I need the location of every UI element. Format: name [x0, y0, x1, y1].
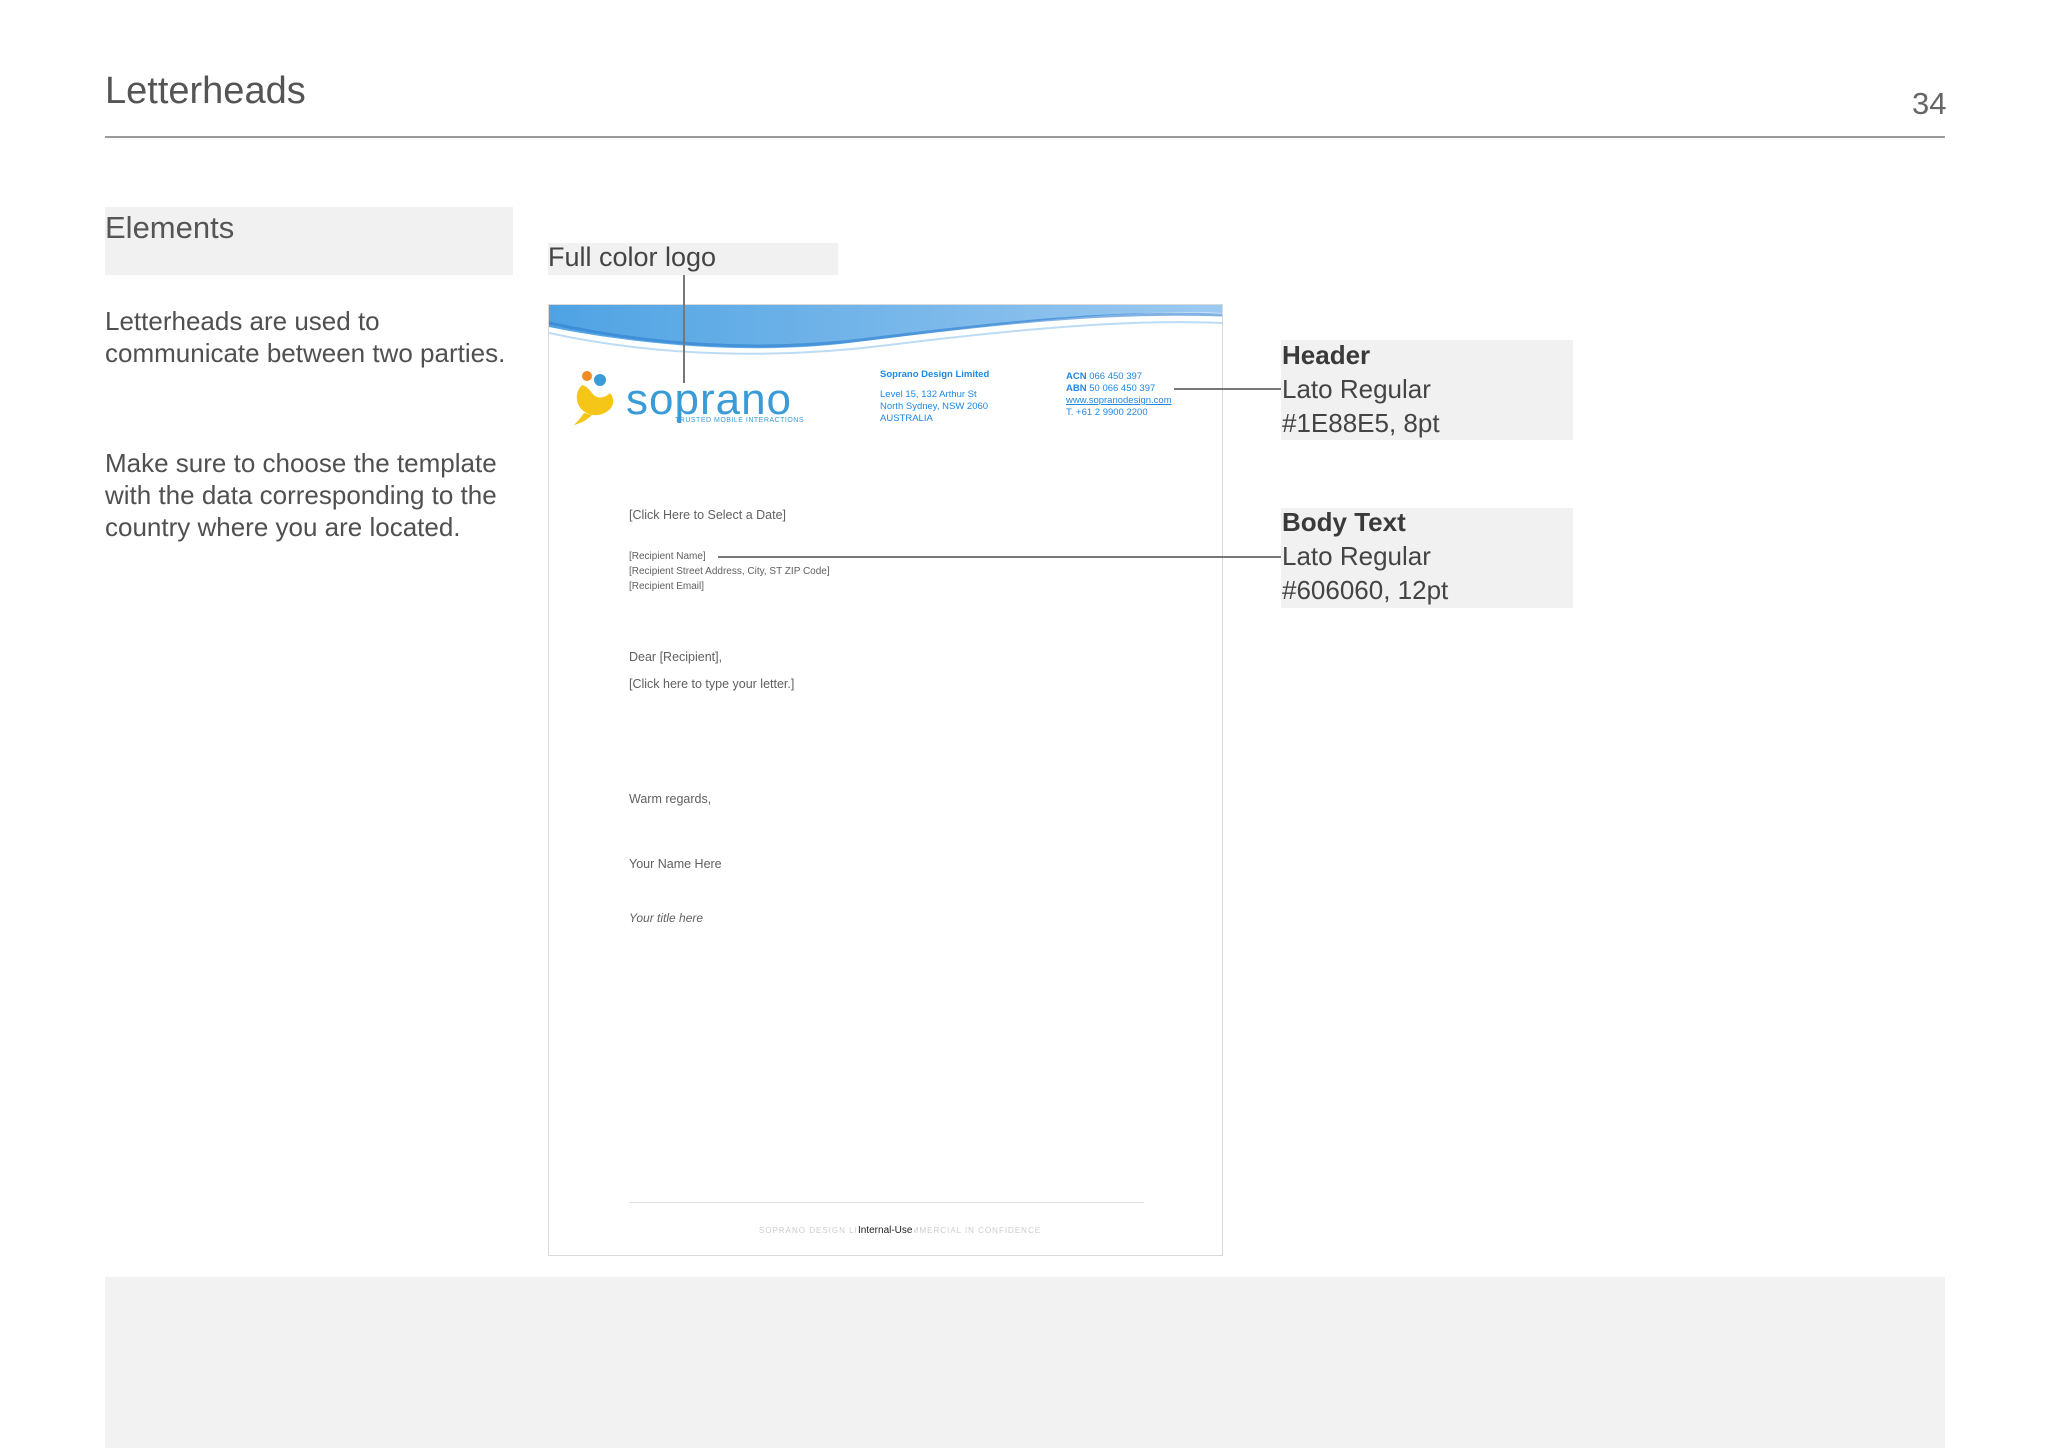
abn-label: ABN — [1066, 383, 1087, 394]
phone-number: T. +61 2 9900 2200 — [1066, 407, 1148, 418]
acn-value: 066 450 397 — [1089, 371, 1143, 382]
header-wave-graphic — [549, 305, 1222, 355]
closing: Warm regards, — [629, 792, 712, 806]
website-link[interactable]: www.sopranodesign.com — [1066, 395, 1172, 407]
body-text-callout-title: Body Text — [1282, 507, 1406, 537]
address-line: AUSTRALIA — [880, 413, 933, 424]
soprano-logo-icon — [574, 371, 614, 425]
bottom-band — [105, 1277, 1945, 1448]
abn-value: 50 066 450 397 — [1089, 383, 1156, 394]
signature-name[interactable]: Your Name Here — [629, 857, 722, 871]
logo-callout-label: Full color logo — [548, 242, 717, 272]
company-ids-block: ACN 066 450 397 ABN 50 066 450 397 www.s… — [1066, 371, 1172, 419]
title-divider — [105, 136, 1945, 138]
company-name: Soprano Design Limited — [880, 369, 990, 380]
body-text-callout: Body Text Lato Regular #606060, 12pt — [1282, 505, 1448, 607]
page-title: Letterheads — [105, 70, 306, 112]
logo-callout-connector — [683, 275, 685, 383]
recipient-email[interactable]: [Recipient Email] — [629, 579, 830, 594]
header-callout-title: Header — [1282, 340, 1371, 370]
recipient-address[interactable]: [Recipient Street Address, City, ST ZIP … — [629, 564, 830, 579]
acn-label: ACN — [1066, 371, 1087, 382]
body-text-callout-font: Lato Regular — [1282, 541, 1431, 571]
date-placeholder[interactable]: [Click Here to Select a Date] — [629, 508, 786, 522]
address-line: Level 15, 132 Arthur St — [880, 389, 977, 400]
soprano-logo-tagline: TRUSTED MOBILE INTERACTIONS — [675, 417, 805, 424]
header-callout-spec: #1E88E5, 8pt — [1282, 408, 1440, 438]
elements-heading: Elements — [105, 210, 235, 245]
header-callout-font: Lato Regular — [1282, 374, 1431, 404]
intro-paragraph: Letterheads are used to communicate betw… — [105, 306, 506, 368]
address-line: North Sydney, NSW 2060 — [880, 401, 989, 412]
body-text-callout-connector — [718, 556, 1284, 558]
instruction-paragraph: Make sure to choose the template with th… — [105, 448, 497, 542]
company-address-block: Soprano Design Limited Level 15, 132 Art… — [880, 369, 989, 425]
header-callout: Header Lato Regular #1E88E5, 8pt — [1282, 338, 1440, 440]
internal-use-label: Internal-Use — [856, 1225, 915, 1236]
footer-divider — [629, 1202, 1144, 1203]
header-callout-connector — [1174, 388, 1284, 390]
salutation: Dear [Recipient], — [629, 650, 723, 664]
body-text-callout-spec: #606060, 12pt — [1282, 575, 1449, 605]
body-placeholder[interactable]: [Click here to type your letter.] — [629, 677, 794, 691]
letterhead-preview: soprano TRUSTED MOBILE INTERACTIONS Sopr… — [548, 304, 1223, 1256]
page-number: 34 — [1912, 86, 1947, 121]
signature-title[interactable]: Your title here — [629, 911, 703, 925]
